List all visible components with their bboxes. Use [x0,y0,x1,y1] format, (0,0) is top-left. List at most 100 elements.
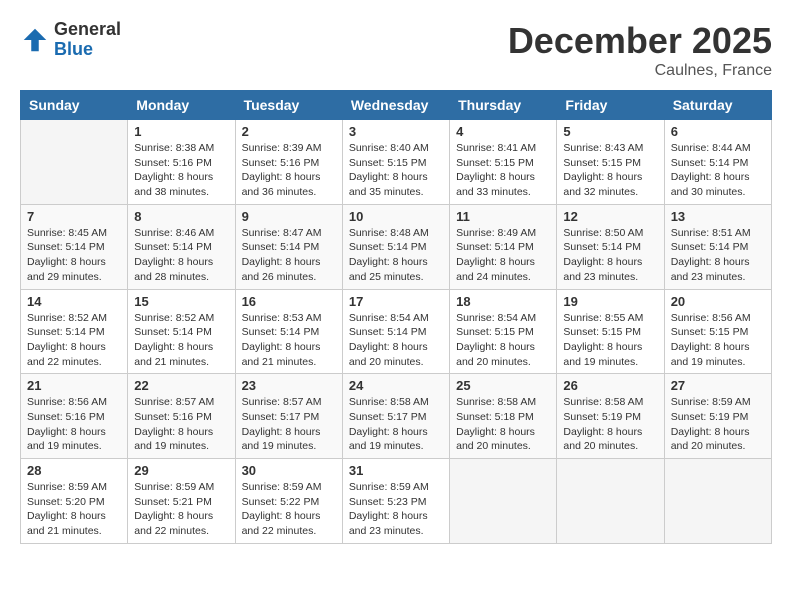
col-header-wednesday: Wednesday [342,91,449,120]
header-row: SundayMondayTuesdayWednesdayThursdayFrid… [21,91,772,120]
calendar-cell: 23 Sunrise: 8:57 AM Sunset: 5:17 PM Dayli… [235,374,342,459]
day-number: 3 [349,124,443,139]
day-info: Sunrise: 8:59 AM Sunset: 5:19 PM Dayligh… [671,395,765,454]
day-info: Sunrise: 8:58 AM Sunset: 5:19 PM Dayligh… [563,395,657,454]
day-info: Sunrise: 8:59 AM Sunset: 5:21 PM Dayligh… [134,480,228,539]
day-number: 23 [242,378,336,393]
calendar-cell: 21 Sunrise: 8:56 AM Sunset: 5:16 PM Dayli… [21,374,128,459]
day-info: Sunrise: 8:38 AM Sunset: 5:16 PM Dayligh… [134,141,228,200]
day-info: Sunrise: 8:51 AM Sunset: 5:14 PM Dayligh… [671,226,765,285]
day-number: 31 [349,463,443,478]
calendar-cell: 19 Sunrise: 8:55 AM Sunset: 5:15 PM Dayli… [557,289,664,374]
day-number: 14 [27,294,121,309]
col-header-thursday: Thursday [450,91,557,120]
calendar-cell [21,120,128,205]
calendar-cell: 28Sunrise: 8:59 AM Sunset: 5:20 PM Dayli… [21,459,128,544]
day-info: Sunrise: 8:56 AM Sunset: 5:16 PM Dayligh… [27,395,121,454]
col-header-sunday: Sunday [21,91,128,120]
day-info: Sunrise: 8:52 AM Sunset: 5:14 PM Dayligh… [27,311,121,370]
day-number: 26 [563,378,657,393]
day-info: Sunrise: 8:59 AM Sunset: 5:22 PM Dayligh… [242,480,336,539]
day-info: Sunrise: 8:44 AM Sunset: 5:14 PM Dayligh… [671,141,765,200]
day-info: Sunrise: 8:54 AM Sunset: 5:14 PM Dayligh… [349,311,443,370]
day-number: 18 [456,294,550,309]
day-number: 21 [27,378,121,393]
logo: General Blue [20,20,121,60]
calendar-week-3: 14 Sunrise: 8:52 AM Sunset: 5:14 PM Dayli… [21,289,772,374]
calendar-cell: 12Sunrise: 8:50 AM Sunset: 5:14 PM Dayli… [557,204,664,289]
calendar-cell: 26 Sunrise: 8:58 AM Sunset: 5:19 PM Dayli… [557,374,664,459]
day-number: 9 [242,209,336,224]
day-info: Sunrise: 8:52 AM Sunset: 5:14 PM Dayligh… [134,311,228,370]
calendar-cell: 24 Sunrise: 8:58 AM Sunset: 5:17 PM Dayli… [342,374,449,459]
calendar-cell: 30 Sunrise: 8:59 AM Sunset: 5:22 PM Dayli… [235,459,342,544]
calendar-cell: 16 Sunrise: 8:53 AM Sunset: 5:14 PM Dayli… [235,289,342,374]
day-info: Sunrise: 8:58 AM Sunset: 5:17 PM Dayligh… [349,395,443,454]
day-info: Sunrise: 8:53 AM Sunset: 5:14 PM Dayligh… [242,311,336,370]
day-number: 11 [456,209,550,224]
day-number: 16 [242,294,336,309]
day-number: 24 [349,378,443,393]
day-info: Sunrise: 8:58 AM Sunset: 5:18 PM Dayligh… [456,395,550,454]
calendar-cell [664,459,771,544]
location: Caulnes, France [508,62,772,80]
calendar-cell: 18 Sunrise: 8:54 AM Sunset: 5:15 PM Dayli… [450,289,557,374]
day-number: 12 [563,209,657,224]
day-number: 22 [134,378,228,393]
calendar-cell: 14 Sunrise: 8:52 AM Sunset: 5:14 PM Dayli… [21,289,128,374]
day-info: Sunrise: 8:56 AM Sunset: 5:15 PM Dayligh… [671,311,765,370]
day-number: 15 [134,294,228,309]
calendar-header: SundayMondayTuesdayWednesdayThursdayFrid… [21,91,772,120]
day-info: Sunrise: 8:46 AM Sunset: 5:14 PM Dayligh… [134,226,228,285]
calendar-cell: 11 Sunrise: 8:49 AM Sunset: 5:14 PM Dayli… [450,204,557,289]
calendar-cell: 5Sunrise: 8:43 AM Sunset: 5:15 PM Daylig… [557,120,664,205]
calendar-week-4: 21 Sunrise: 8:56 AM Sunset: 5:16 PM Dayli… [21,374,772,459]
calendar-table: SundayMondayTuesdayWednesdayThursdayFrid… [20,90,772,544]
day-number: 30 [242,463,336,478]
logo-icon [20,25,50,55]
calendar-week-1: 1Sunrise: 8:38 AM Sunset: 5:16 PM Daylig… [21,120,772,205]
col-header-tuesday: Tuesday [235,91,342,120]
day-number: 13 [671,209,765,224]
day-info: Sunrise: 8:59 AM Sunset: 5:20 PM Dayligh… [27,480,121,539]
calendar-cell [557,459,664,544]
title-block: December 2025 Caulnes, France [508,20,772,80]
day-info: Sunrise: 8:39 AM Sunset: 5:16 PM Dayligh… [242,141,336,200]
day-number: 25 [456,378,550,393]
calendar-cell: 4Sunrise: 8:41 AM Sunset: 5:15 PM Daylig… [450,120,557,205]
calendar-week-5: 28Sunrise: 8:59 AM Sunset: 5:20 PM Dayli… [21,459,772,544]
calendar-cell: 20 Sunrise: 8:56 AM Sunset: 5:15 PM Dayli… [664,289,771,374]
day-info: Sunrise: 8:48 AM Sunset: 5:14 PM Dayligh… [349,226,443,285]
calendar-cell: 31Sunrise: 8:59 AM Sunset: 5:23 PM Dayli… [342,459,449,544]
calendar-cell: 27 Sunrise: 8:59 AM Sunset: 5:19 PM Dayli… [664,374,771,459]
col-header-saturday: Saturday [664,91,771,120]
day-info: Sunrise: 8:41 AM Sunset: 5:15 PM Dayligh… [456,141,550,200]
calendar-cell: 22 Sunrise: 8:57 AM Sunset: 5:16 PM Dayli… [128,374,235,459]
calendar-week-2: 7Sunrise: 8:45 AM Sunset: 5:14 PM Daylig… [21,204,772,289]
page-header: General Blue December 2025 Caulnes, Fran… [20,20,772,80]
day-number: 6 [671,124,765,139]
calendar-cell: 15 Sunrise: 8:52 AM Sunset: 5:14 PM Dayli… [128,289,235,374]
day-info: Sunrise: 8:57 AM Sunset: 5:16 PM Dayligh… [134,395,228,454]
calendar-cell: 9Sunrise: 8:47 AM Sunset: 5:14 PM Daylig… [235,204,342,289]
day-number: 2 [242,124,336,139]
calendar-cell: 10 Sunrise: 8:48 AM Sunset: 5:14 PM Dayli… [342,204,449,289]
day-info: Sunrise: 8:55 AM Sunset: 5:15 PM Dayligh… [563,311,657,370]
calendar-cell: 25 Sunrise: 8:58 AM Sunset: 5:18 PM Dayli… [450,374,557,459]
col-header-friday: Friday [557,91,664,120]
day-number: 19 [563,294,657,309]
logo-blue-text: Blue [54,40,121,60]
col-header-monday: Monday [128,91,235,120]
day-info: Sunrise: 8:49 AM Sunset: 5:14 PM Dayligh… [456,226,550,285]
day-number: 20 [671,294,765,309]
calendar-cell: 13 Sunrise: 8:51 AM Sunset: 5:14 PM Dayli… [664,204,771,289]
calendar-cell: 3 Sunrise: 8:40 AM Sunset: 5:15 PM Daylig… [342,120,449,205]
day-number: 7 [27,209,121,224]
day-info: Sunrise: 8:54 AM Sunset: 5:15 PM Dayligh… [456,311,550,370]
day-number: 27 [671,378,765,393]
day-info: Sunrise: 8:40 AM Sunset: 5:15 PM Dayligh… [349,141,443,200]
day-number: 10 [349,209,443,224]
day-info: Sunrise: 8:57 AM Sunset: 5:17 PM Dayligh… [242,395,336,454]
day-number: 8 [134,209,228,224]
day-number: 17 [349,294,443,309]
